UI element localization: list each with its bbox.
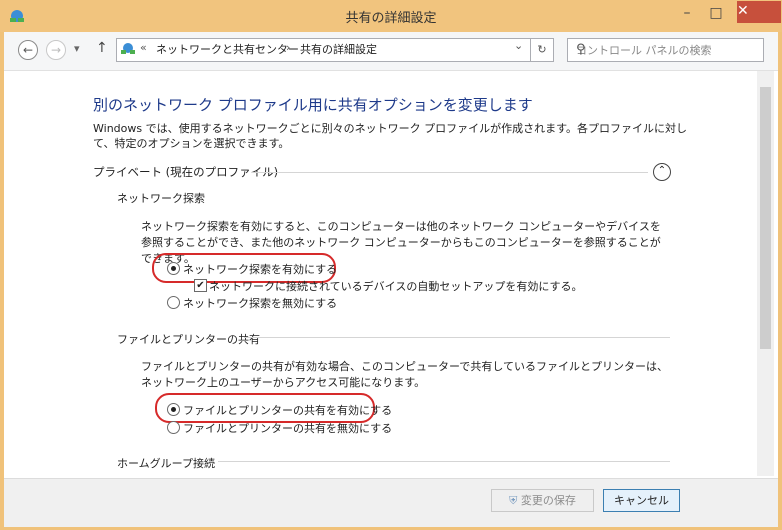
- breadcrumb-chevron-icon[interactable]: «: [140, 41, 147, 54]
- recent-pages-dropdown[interactable]: ▾: [74, 42, 80, 55]
- radio-enable-sharing[interactable]: [167, 403, 180, 416]
- page-heading: 別のネットワーク プロファイル用に共有オプションを変更します: [93, 96, 533, 114]
- section-title-homegroup: ホームグループ接続: [117, 457, 216, 470]
- radio-disable-sharing[interactable]: [167, 421, 180, 434]
- label-auto-setup[interactable]: ネットワークに接続されているデバイスの自動セットアップを有効にする。: [209, 278, 582, 294]
- profile-label: プライベート (現在のプロファイル): [93, 165, 279, 179]
- radio-enable-discovery[interactable]: [167, 262, 180, 275]
- up-button[interactable]: ↑: [96, 40, 108, 56]
- label-enable-sharing[interactable]: ファイルとプリンターの共有を有効にする: [183, 402, 392, 418]
- refresh-button[interactable]: ↻: [530, 38, 554, 62]
- save-changes-button[interactable]: ⛨ 変更の保存: [491, 489, 594, 512]
- window-title: 共有の詳細設定: [345, 11, 437, 26]
- label-disable-sharing[interactable]: ファイルとプリンターの共有を無効にする: [183, 420, 392, 436]
- label-enable-discovery[interactable]: ネットワーク探索を有効にする: [183, 261, 337, 277]
- divider: [218, 461, 670, 462]
- close-button[interactable]: ✕: [737, 1, 781, 23]
- cancel-button[interactable]: キャンセル: [603, 489, 680, 512]
- back-button[interactable]: ←: [18, 40, 38, 60]
- divider: [252, 172, 648, 173]
- search-input[interactable]: コントロール パネルの検索 ⚲: [567, 38, 764, 62]
- breadcrumb-separator-icon[interactable]: ›: [286, 41, 290, 54]
- file-printer-sharing-description: ファイルとプリンターの共有が有効な場合、このコンピューターで共有しているファイル…: [141, 360, 669, 389]
- shield-icon: ⛨: [509, 494, 518, 507]
- minimize-button[interactable]: –: [676, 0, 698, 26]
- checkbox-auto-setup[interactable]: ✔: [194, 279, 207, 292]
- collapse-chevron-icon[interactable]: ⌃: [653, 163, 671, 181]
- section-title-file-printer-sharing: ファイルとプリンターの共有: [117, 333, 260, 346]
- divider: [244, 337, 670, 338]
- save-changes-label: 変更の保存: [520, 494, 576, 507]
- page-description: Windows では、使用するネットワークごとに別々のネットワーク プロファイル…: [93, 122, 687, 150]
- forward-button[interactable]: →: [46, 40, 66, 60]
- section-title-network-discovery: ネットワーク探索: [117, 192, 205, 205]
- network-icon: [121, 43, 135, 54]
- label-disable-discovery[interactable]: ネットワーク探索を無効にする: [183, 295, 337, 311]
- maximize-button[interactable]: □: [705, 0, 727, 26]
- search-icon[interactable]: ⚲: [576, 42, 757, 57]
- breadcrumb-advanced-sharing[interactable]: 共有の詳細設定: [300, 41, 377, 57]
- scrollbar-thumb[interactable]: [760, 87, 771, 349]
- radio-disable-discovery[interactable]: [167, 296, 180, 309]
- address-dropdown-icon[interactable]: ⌄: [514, 39, 523, 52]
- breadcrumb-network-center[interactable]: ネットワークと共有センター: [156, 41, 299, 57]
